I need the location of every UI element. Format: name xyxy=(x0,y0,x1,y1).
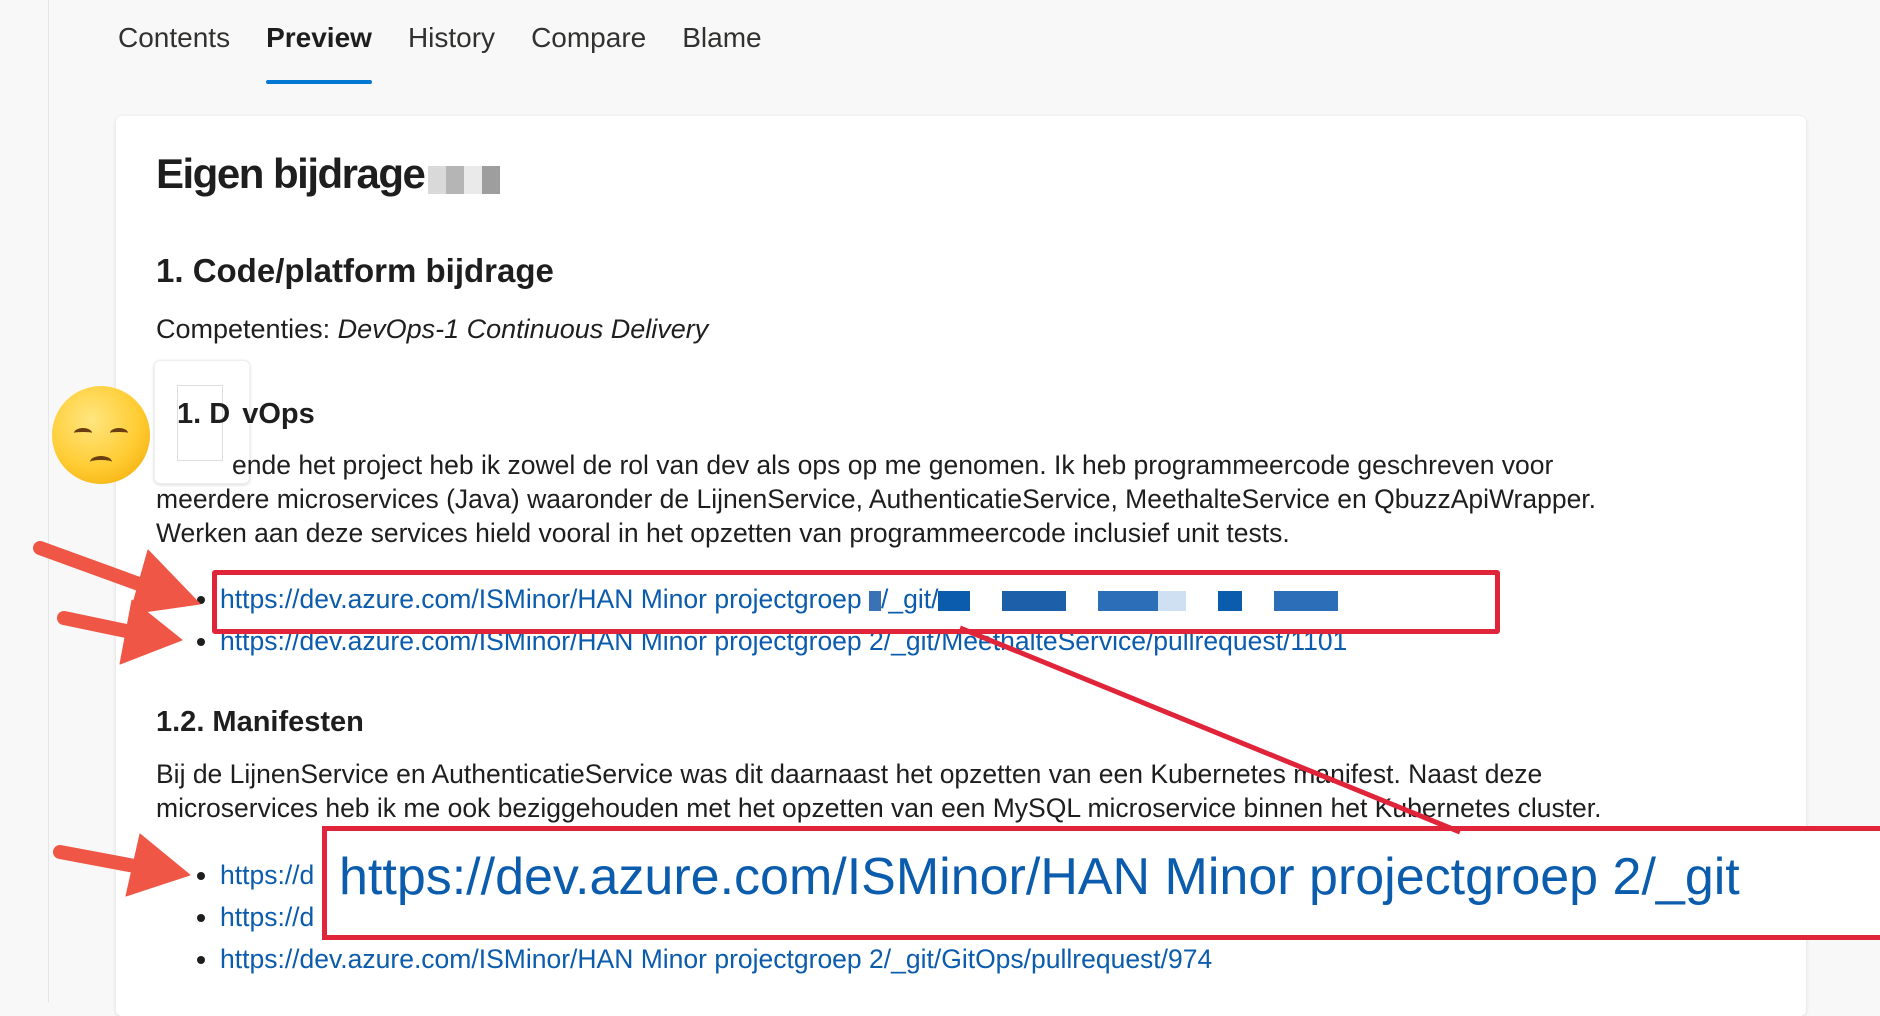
callout-connector-line xyxy=(959,625,1461,835)
annotation-overlay xyxy=(33,541,1461,897)
annotation-arrow-icon xyxy=(53,833,191,897)
annotation-arrow-icon xyxy=(33,541,201,615)
